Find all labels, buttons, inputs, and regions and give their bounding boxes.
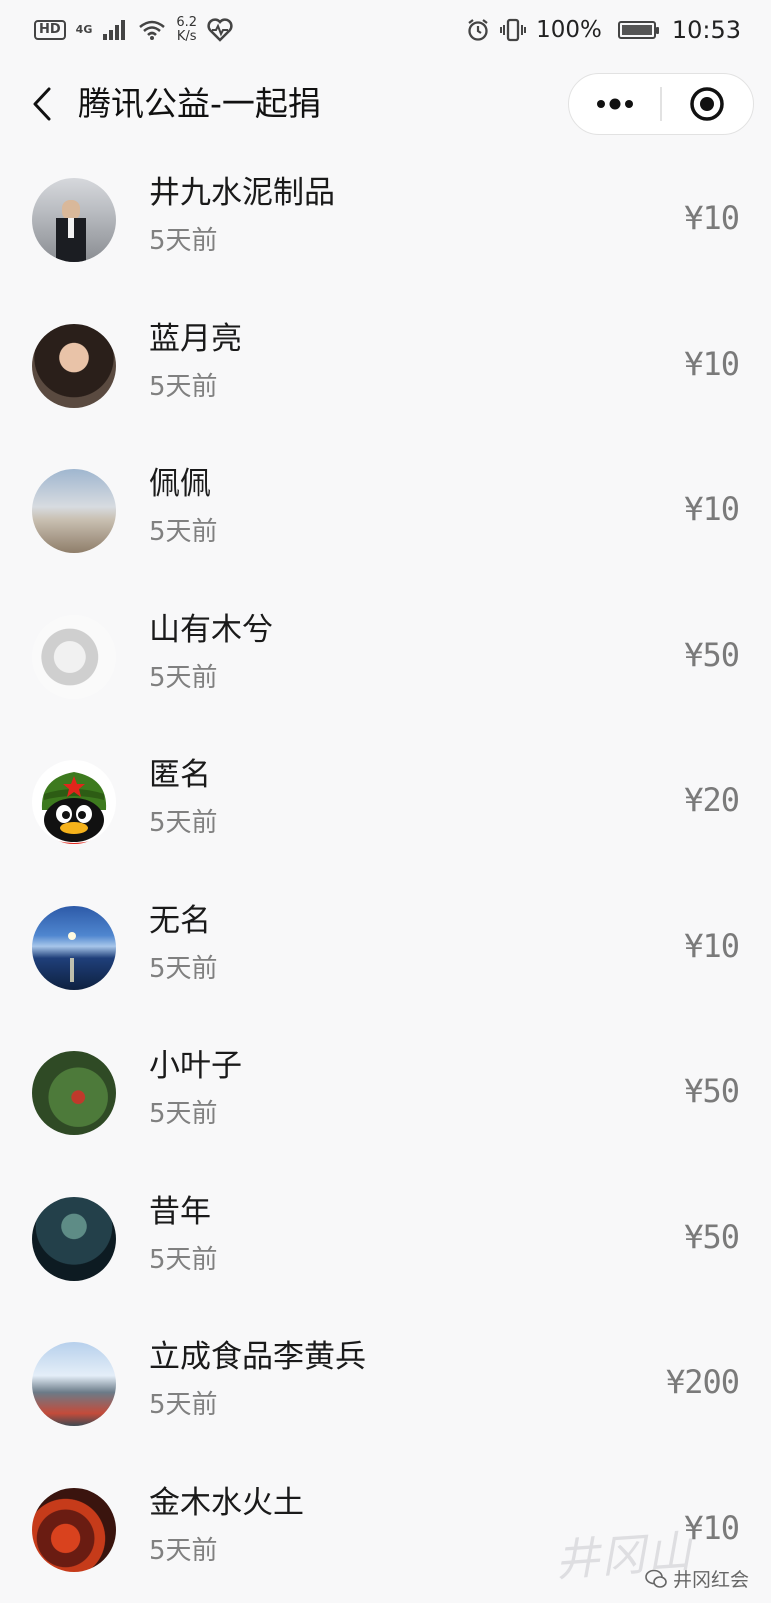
donation-amount: ¥50: [684, 1217, 739, 1257]
donation-amount: ¥10: [684, 344, 739, 384]
battery-icon: [618, 21, 656, 39]
anonymous-penguin-avatar: [32, 760, 116, 844]
donation-time: 5天前: [149, 1243, 218, 1277]
net-speed-unit: K/s: [177, 29, 197, 44]
vibrate-icon: [500, 18, 526, 42]
donor-row[interactable]: 山有木兮 5天前 ¥50: [0, 585, 771, 731]
donation-amount: ¥10: [684, 489, 739, 529]
net-speed-value: 6.2: [176, 15, 197, 30]
donor-name: 佩佩: [149, 463, 211, 505]
more-dots-icon: [595, 98, 635, 110]
watermark-caption-text: 井冈红会: [673, 1565, 749, 1592]
donation-amount: ¥200: [666, 1362, 739, 1402]
chevron-left-icon: [31, 86, 53, 122]
donation-time: 5天前: [149, 806, 218, 840]
donor-row[interactable]: 井九水泥制品 5天前 ¥10: [0, 148, 771, 294]
donor-row[interactable]: 立成食品李黄兵 5天前 ¥200: [0, 1312, 771, 1458]
signal-icon: [102, 19, 128, 41]
donor-row[interactable]: 小叶子 5天前 ¥50: [0, 1021, 771, 1167]
avatar: [32, 324, 116, 408]
donation-time: 5天前: [149, 1388, 218, 1422]
donation-time: 5天前: [149, 515, 218, 549]
donor-list: 井九水泥制品 5天前 ¥10 蓝月亮 5天前 ¥10 佩佩 5天前 ¥10 山有…: [0, 148, 771, 1603]
donation-amount: ¥10: [684, 926, 739, 966]
donation-amount: ¥50: [684, 635, 739, 675]
donor-name: 小叶子: [149, 1045, 242, 1087]
hd-indicator: HD: [34, 20, 66, 40]
donor-row[interactable]: 昔年 5天前 ¥50: [0, 1167, 771, 1313]
donor-name: 无名: [149, 900, 211, 942]
watermark-caption: 井冈红会: [645, 1565, 749, 1592]
back-button[interactable]: [22, 78, 62, 130]
donor-name: 井九水泥制品: [149, 172, 335, 214]
donor-row[interactable]: 匿名 5天前 ¥20: [0, 730, 771, 876]
donation-time: 5天前: [149, 952, 218, 986]
health-heart-icon: [207, 18, 233, 42]
status-left: HD 4G 6.2 K/s: [34, 16, 233, 44]
clock: 10:53: [672, 16, 741, 44]
nav-bar: 腾讯公益-一起捐: [0, 66, 771, 142]
donor-row[interactable]: 佩佩 5天前 ¥10: [0, 439, 771, 585]
donation-amount: ¥50: [684, 1071, 739, 1111]
donor-row[interactable]: 蓝月亮 5天前 ¥10: [0, 294, 771, 440]
avatar: [32, 178, 116, 262]
donor-row[interactable]: 无名 5天前 ¥10: [0, 876, 771, 1022]
avatar: [32, 1342, 116, 1426]
avatar: [32, 1197, 116, 1281]
donor-name: 金木水火土: [149, 1482, 304, 1524]
donor-name: 蓝月亮: [149, 318, 242, 360]
donation-time: 5天前: [149, 1534, 218, 1568]
close-button[interactable]: [662, 74, 753, 134]
donor-name: 匿名: [149, 754, 211, 796]
donation-time: 5天前: [149, 1097, 218, 1131]
mini-program-capsule: [568, 73, 754, 135]
status-bar: HD 4G 6.2 K/s: [0, 0, 771, 60]
close-target-icon: [689, 86, 725, 122]
avatar: [32, 469, 116, 553]
wechat-icon: [645, 1569, 667, 1589]
donation-amount: ¥20: [684, 780, 739, 820]
avatar: [32, 906, 116, 990]
more-button[interactable]: [569, 74, 660, 134]
donor-name: 昔年: [149, 1191, 211, 1233]
donor-name: 山有木兮: [149, 609, 273, 651]
donation-amount: ¥10: [684, 198, 739, 238]
status-right: 100% 10:53: [466, 16, 741, 44]
avatar: [32, 615, 116, 699]
page-title: 腾讯公益-一起捐: [78, 82, 321, 126]
donation-time: 5天前: [149, 224, 218, 258]
wifi-icon: [138, 19, 166, 41]
donation-time: 5天前: [149, 370, 218, 404]
donation-time: 5天前: [149, 661, 218, 695]
avatar: [32, 1488, 116, 1572]
avatar: [32, 1051, 116, 1135]
donor-name: 立成食品李黄兵: [149, 1336, 366, 1378]
battery-percent: 100%: [536, 17, 602, 43]
network-type: 4G: [76, 25, 93, 35]
alarm-icon: [466, 18, 490, 42]
net-speed: 6.2 K/s: [176, 16, 197, 44]
